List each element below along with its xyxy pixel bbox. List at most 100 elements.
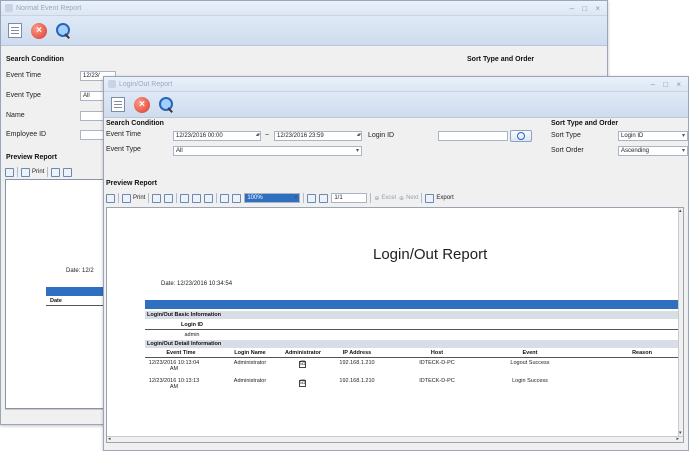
report-title: Login/Out Report [373,246,488,263]
sort-type-order-label: Sort Type and Order [551,120,619,127]
event-type-label: Event Type [6,92,41,99]
row2-host: IDTECK-D-PC [419,378,455,384]
zoom-select[interactable]: 100% [244,193,301,203]
col-login-name: Login Name [234,350,266,356]
basic-info-section: Login/Out Basic Information [145,311,683,319]
report-header-band [145,300,683,309]
back-horizontal-scrollbar[interactable] [5,409,115,415]
report-horizontal-scrollbar[interactable]: ◂ ▸ [107,436,683,442]
event-time-from-input[interactable]: 12/23/2016 00:00 [173,131,261,141]
name-label: Name [6,112,25,119]
back-window-toolbar: × [1,16,607,46]
close-button[interactable]: × [133,96,151,114]
front-window-title: Login/Out Report [119,80,173,88]
list-icon [8,23,22,38]
report-list-button[interactable] [109,96,127,114]
col-event: Event [522,350,538,356]
print-icon [21,167,30,177]
back-window-title: Normal Event Report [16,4,82,12]
back-col-date: Date [50,298,62,304]
sort-type-select[interactable]: Login ID [618,131,688,141]
report-list-button[interactable] [6,22,24,40]
sort-order-select[interactable]: Ascending [618,146,688,156]
export-icon [425,193,435,203]
thumbnail-icon[interactable] [5,167,14,177]
preview-report-label: Preview Report [6,154,57,161]
detail-info-section: Login/Out Detail Information [145,340,683,348]
export-button[interactable]: Export [425,193,454,203]
close-icon: × [134,96,150,113]
first-page-icon[interactable] [307,193,317,203]
detail-header-line [145,357,683,358]
zoom-out-icon[interactable] [220,193,230,203]
row2-administrator-checkbox: ☑ [299,380,306,387]
col-event-time: Event Time [166,350,196,356]
close-icon: × [31,22,47,39]
row1-login-name: Administrator [233,360,267,366]
login-id-search-button[interactable] [510,130,532,142]
print-icon [122,193,131,203]
excel-icon: ⊕ [374,195,380,202]
print-button[interactable]: Print [21,167,44,177]
search-condition-label: Search Condition [6,56,64,63]
single-page-icon[interactable] [180,193,190,203]
row2-event: Login Success [512,378,548,384]
login-id-value: admin [184,332,200,338]
copy-icon[interactable] [152,193,162,203]
app-icon [5,4,13,12]
sort-order-label: Sort Order [551,147,584,154]
row1-host: IDTECK-D-PC [419,360,455,366]
back-report-area: Date: 12/2 Date T [5,179,115,409]
employee-id-label: Employee ID [6,131,47,138]
scroll-up-icon[interactable]: ▴ [679,208,682,214]
scroll-right-icon[interactable]: ▸ [676,436,679,442]
col-administrator: Administrator [284,350,322,356]
page-number-input[interactable]: 1/1 [331,193,368,203]
previous-page-icon[interactable] [319,193,329,203]
back-report-date: Date: 12/2 [66,268,94,274]
next-button[interactable]: ⊕ Next [399,195,418,202]
thumbnail-icon[interactable] [106,193,115,203]
back-window-titlebar: Normal Event Report – □ × [1,1,607,16]
report-vertical-scrollbar[interactable]: ▴ ▾ [678,208,683,436]
preview-toolbar: Print 100% 1/1 ⊕Excel ⊕Next Export [106,191,454,205]
multi-page-icon[interactable] [192,193,202,203]
next-icon: ⊕ [399,195,405,202]
search-icon [517,132,525,140]
event-type-select[interactable]: All [173,146,362,156]
copy-icon[interactable] [51,167,61,177]
row1-administrator-checkbox: ☑ [299,361,306,368]
search-button[interactable] [157,96,175,114]
login-id-input[interactable] [438,131,508,141]
window-controls-icon[interactable]: – □ × [651,80,684,89]
find-icon[interactable] [63,167,73,177]
list-icon [111,97,125,112]
page-setup-icon[interactable] [204,193,214,203]
print-button[interactable]: Print [122,193,145,203]
login-out-report-window: Login/Out Report – □ × × Search Conditio… [103,76,689,451]
zoom-in-icon[interactable] [232,193,242,203]
back-preview-toolbar: Print [5,165,73,179]
search-icon [55,22,71,39]
row1-event: Logout Success [510,360,550,366]
search-condition-label: Search Condition [106,120,164,127]
find-icon[interactable] [164,193,174,203]
search-icon [158,96,174,113]
search-button[interactable] [54,22,72,40]
login-id-column-header: Login ID [181,322,203,328]
col-reason: Reason [632,350,652,356]
row2-event-time: 12/23/2016 10:13:13 AM [148,378,200,390]
event-time-range-separator: ~ [265,132,270,139]
app-icon [108,80,116,88]
excel-button[interactable]: ⊕ Excel [374,195,396,202]
window-controls-icon[interactable]: – □ × [570,4,603,13]
row2-login-name: Administrator [233,378,267,384]
scroll-left-icon[interactable]: ◂ [108,436,111,442]
row1-ip-address: 192.168.1.210 [339,360,375,366]
row2-ip-address: 192.168.1.210 [339,378,375,384]
close-button[interactable]: × [30,22,48,40]
event-time-label: Event Time [106,131,142,138]
front-window-titlebar: Login/Out Report – □ × [104,77,688,92]
event-time-to-input[interactable]: 12/23/2016 23:59 [274,131,362,141]
col-host: Host [430,350,444,356]
